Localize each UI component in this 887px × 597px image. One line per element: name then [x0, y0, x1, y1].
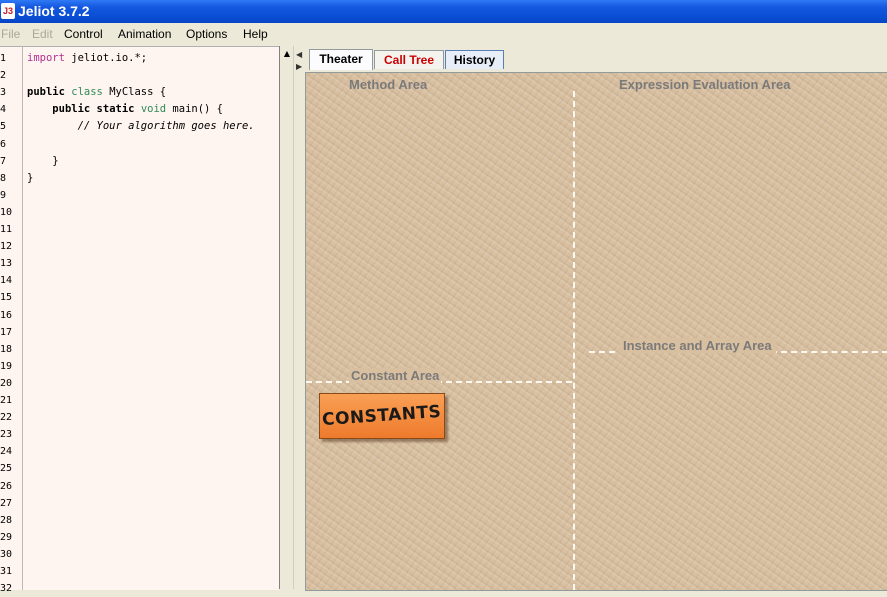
line-number: 4: [0, 104, 7, 116]
menu-animation[interactable]: Animation: [118, 27, 171, 41]
jeliot-app-icon: J3: [1, 3, 15, 19]
tab-call-tree[interactable]: Call Tree: [374, 50, 444, 69]
line-number: 6: [0, 138, 7, 150]
constant-area-label: Constant Area: [349, 368, 442, 383]
menu-file[interactable]: File: [1, 27, 20, 41]
code-token: void: [140, 103, 167, 116]
line-number: 25: [0, 463, 13, 475]
code-editor[interactable]: 1 2 3 4 5 6 7 8 9 10 11 12 13 14 15 16 17 18 19 20 21 22 23 24 2…: [0, 46, 279, 594]
line-number: 17: [0, 326, 13, 338]
line-number: 19: [0, 360, 13, 372]
line-number: 24: [0, 446, 13, 458]
line-number: 11: [0, 224, 13, 235]
tab-history-label: History: [453, 53, 496, 67]
menu-bar: File Edit Control Animation Options Help: [0, 23, 887, 45]
tab-history[interactable]: History: [445, 50, 504, 69]
line-number: 30: [0, 548, 13, 560]
code-token: public static: [52, 103, 135, 116]
code-line[interactable]: public static void main() {: [27, 101, 223, 118]
theater-canvas: Method Area Expression Evaluation Area I…: [305, 72, 887, 591]
line-number: 8: [0, 172, 7, 184]
line-number: 22: [0, 412, 13, 424]
line-number: 18: [0, 343, 13, 355]
expression-area-label: Expression Evaluation Area: [619, 77, 791, 92]
line-number: 16: [0, 309, 13, 321]
collapse-left-arrow-icon[interactable]: ◀: [296, 50, 302, 59]
code-token: // Your algorithm goes here.: [77, 120, 255, 133]
code-token: import: [27, 52, 65, 64]
code-line[interactable]: }: [27, 153, 59, 170]
code-token: MyClass {: [102, 86, 167, 99]
vertical-area-divider: [573, 91, 575, 590]
code-line[interactable]: }: [27, 170, 33, 187]
line-number: 14: [0, 275, 13, 287]
line-number: 12: [0, 241, 13, 253]
line-number: 15: [0, 292, 13, 304]
line-number: 21: [0, 395, 13, 406]
menu-edit[interactable]: Edit: [32, 27, 53, 41]
menu-help[interactable]: Help: [243, 27, 268, 41]
title-bar: J3 Jeliot 3.7.2: [0, 0, 887, 23]
line-number: 13: [0, 258, 13, 270]
line-number: 7: [0, 155, 7, 167]
line-number: 3: [0, 87, 7, 99]
code-token: }: [27, 171, 34, 184]
editor-vertical-scrollbar[interactable]: ▲: [279, 46, 294, 589]
line-number: 23: [0, 429, 13, 441]
collapse-right-arrow-icon[interactable]: ▶: [296, 62, 302, 71]
tab-theater-label: Theater: [319, 52, 363, 66]
line-number: 31: [0, 566, 13, 577]
line-number: 9: [0, 189, 7, 201]
tab-theater[interactable]: Theater: [309, 49, 373, 70]
line-number: 20: [0, 377, 13, 389]
code-token: jeliot.io.*;: [64, 52, 148, 64]
scroll-up-arrow-icon[interactable]: ▲: [281, 47, 293, 61]
view-tabs: Theater Call Tree History: [305, 46, 887, 72]
line-number: 2: [0, 70, 7, 82]
line-number: 5: [0, 121, 7, 133]
code-token: }: [27, 154, 59, 167]
code-token: class: [71, 86, 103, 99]
code-line[interactable]: public class MyClass {: [27, 84, 166, 101]
line-number-gutter: 1 2 3 4 5 6 7 8 9 10 11 12 13 14 15 16 17 18 19 20 21 22 23 24 2…: [0, 47, 23, 594]
line-number: 29: [0, 531, 13, 543]
code-line[interactable]: import jeliot.io.*;: [27, 50, 147, 67]
window-title: Jeliot 3.7.2: [18, 3, 90, 19]
constants-box-label: CONSTANTS: [321, 401, 443, 431]
line-number: 28: [0, 514, 13, 526]
tab-call-tree-label: Call Tree: [383, 53, 435, 67]
code-token: main() {: [166, 103, 224, 116]
constants-box: CONSTANTS: [319, 393, 445, 439]
menu-control[interactable]: Control: [64, 27, 103, 41]
code-line[interactable]: // Your algorithm goes here.: [27, 118, 255, 135]
code-token: public: [27, 86, 65, 99]
line-number: 27: [0, 497, 13, 509]
line-number: 26: [0, 480, 13, 492]
method-area-label: Method Area: [349, 77, 428, 92]
instance-area-label: Instance and Array Area: [619, 338, 776, 353]
menu-options[interactable]: Options: [186, 27, 227, 41]
line-number: 10: [0, 206, 13, 218]
line-number: 1: [0, 53, 7, 64]
